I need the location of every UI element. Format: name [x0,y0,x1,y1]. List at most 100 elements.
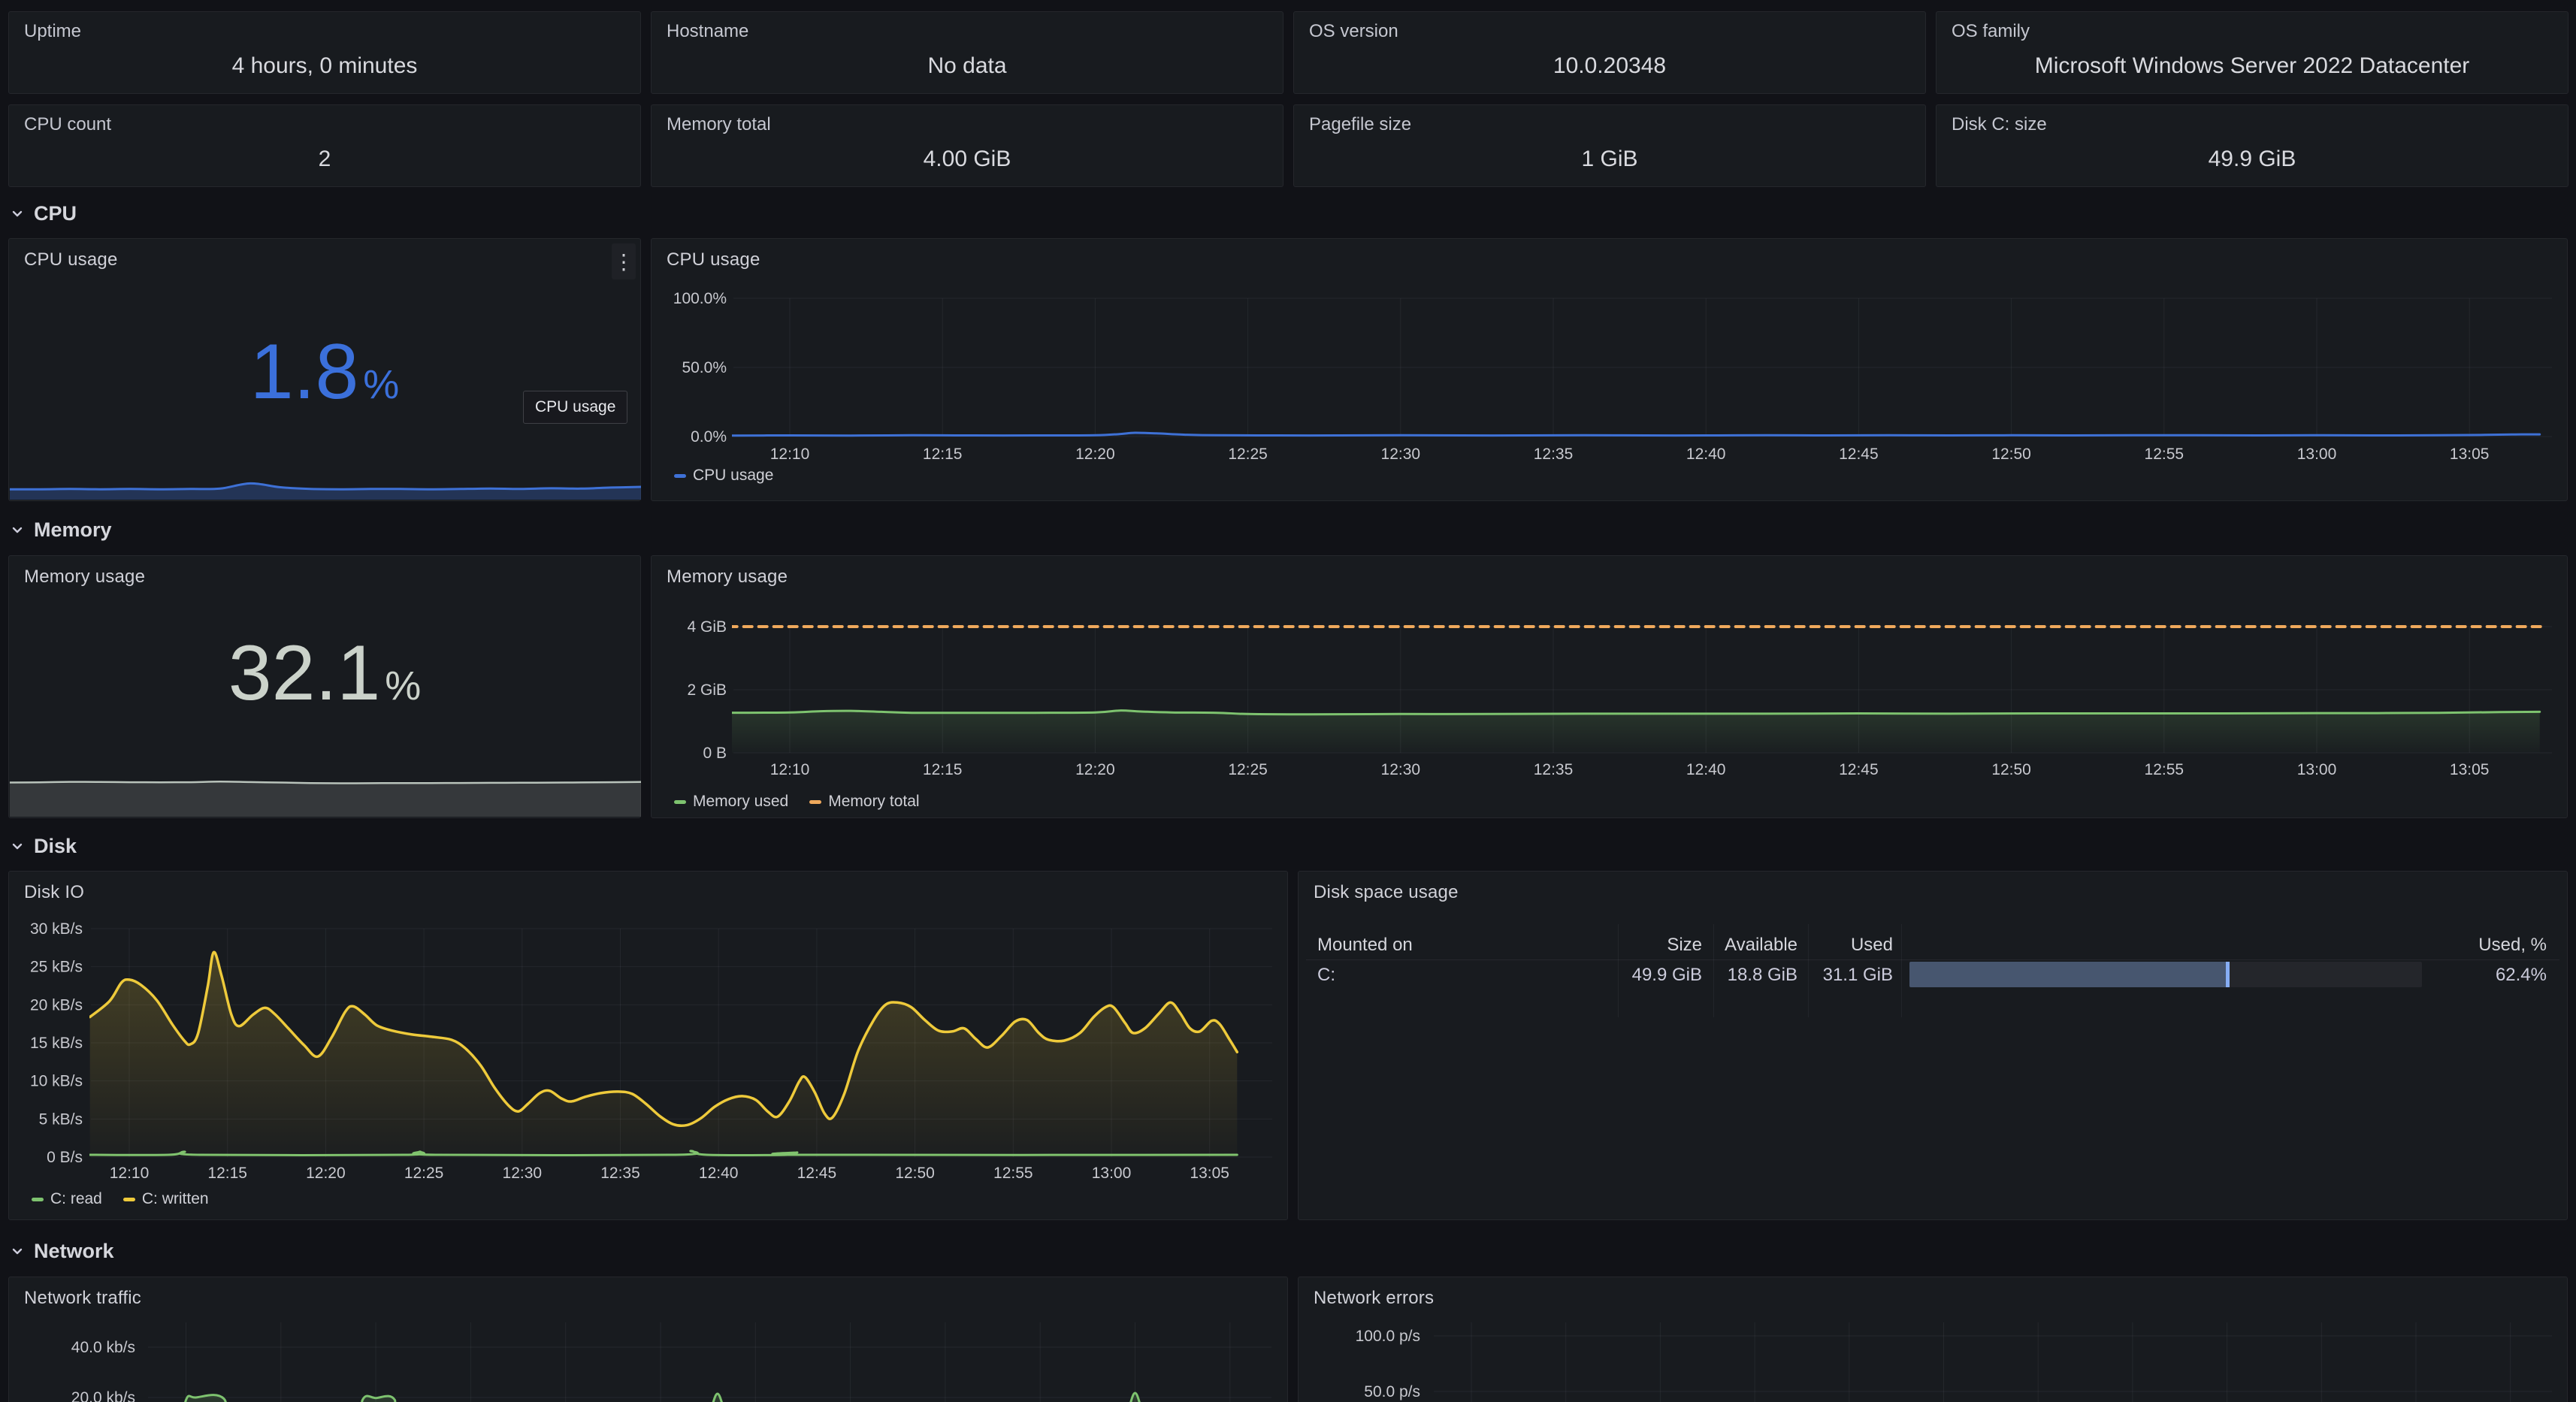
memory-usage-chart[interactable]: 0 B2 GiB4 GiB12:1012:1512:2012:2512:3012… [652,556,2568,819]
column-separator [1713,924,1714,1017]
stat-panel-disk-c-size: Disk C: size 49.9 GiB [1936,104,2568,187]
section-title: Memory [34,518,112,542]
chart-legend: Memory used Memory total [674,793,920,811]
stat-panel-os-version: OS version 10.0.20348 [1293,11,1926,94]
legend-item[interactable]: Memory total [809,793,919,811]
network-traffic-chart[interactable]: 20.0 kb/s 40.0 kb/s [9,1277,1289,1402]
panel-memory-usage-chart: Memory usage 0 B2 GiB4 GiB12:1012:1512:2… [651,555,2568,818]
x-axis-label: 12:15 [923,446,963,463]
disk-io-chart[interactable]: 0 B/s5 kB/s10 kB/s15 kB/s20 kB/s25 kB/s3… [9,872,1289,1221]
x-axis-label: 12:15 [207,1165,247,1182]
value-number: 1.8 [250,333,359,411]
chart-legend: CPU usage [674,467,773,485]
x-axis-label: 12:50 [1991,761,2031,778]
legend-item[interactable]: Memory used [674,793,788,811]
y-axis-label: 20.0 kb/s [71,1389,135,1402]
legend-swatch [123,1198,135,1201]
x-axis-label: 12:55 [2145,761,2184,778]
panel-network-traffic: Network traffic 20.0 kb/s40.0 kb/s [8,1277,1288,1402]
grafana-dashboard: Uptime 4 hours, 0 minutes Hostname No da… [0,0,2576,1402]
legend-item[interactable]: C: read [32,1190,102,1208]
y-axis-label: 100.0 p/s [1356,1328,1420,1345]
stat-panel-pagefile-size: Pagefile size 1 GiB [1293,104,1926,187]
column-header-mounted-on[interactable]: Mounted on [1317,935,1413,956]
stat-label: Memory total [667,114,771,135]
x-axis-label: 12:30 [1381,446,1421,463]
y-axis-label: 5 kB/s [39,1110,83,1128]
y-axis-label: 50.0% [682,359,727,376]
legend-label: C: written [142,1190,209,1208]
section-header-disk[interactable]: Disk [8,833,77,859]
panel-cpu-usage-gauge: CPU usage ⋮ 1.8 % CPU usage [8,238,641,501]
section-header-memory[interactable]: Memory [8,517,112,542]
x-axis-label: 12:10 [770,761,810,778]
x-axis-label: 13:05 [2450,446,2490,463]
cpu-usage-chart[interactable]: 0.0%50.0%100.0%12:1012:1512:2012:2512:30… [652,239,2568,502]
used-bar-fill [1909,962,2230,987]
stat-value: 4 hours, 0 minutes [9,45,640,87]
panel-title[interactable]: Disk space usage [1314,882,1459,903]
panel-menu-kebab-icon[interactable]: ⋮ [612,243,636,279]
memory-usage-value: 32.1 % [9,634,640,747]
stat-label: Hostname [667,21,748,42]
legend-item[interactable]: CPU usage [674,467,773,485]
panel-disk-space-usage: Disk space usage Mounted on Size Availab… [1298,871,2568,1220]
panel-memory-usage-gauge: Memory usage 32.1 % [8,555,641,818]
stat-label: Disk C: size [1952,114,2047,135]
column-header-size[interactable]: Size [1667,935,1702,956]
value-unit: % [385,663,421,709]
legend-label: CPU usage [693,467,773,485]
stat-label: Pagefile size [1309,114,1411,135]
panel-title[interactable]: Memory usage [24,567,145,588]
stat-value: 10.0.20348 [1294,45,1925,87]
x-axis-label: 12:15 [923,761,963,778]
section-header-cpu[interactable]: CPU [8,201,77,226]
series-line [729,711,2540,715]
value-unit: % [363,361,399,408]
x-axis-label: 12:55 [2145,446,2184,463]
section-title: Network [34,1240,114,1263]
section-header-network[interactable]: Network [8,1238,114,1264]
stat-panel-cpu-count: CPU count 2 [8,104,641,187]
stat-panel-memory-total: Memory total 4.00 GiB [651,104,1283,187]
x-axis-label: 12:45 [1839,446,1879,463]
column-header-used[interactable]: Used [1851,935,1893,956]
x-axis-label: 12:35 [600,1165,640,1182]
series-hover-label: CPU usage [523,391,627,424]
stat-panel-os-family: OS family Microsoft Windows Server 2022 … [1936,11,2568,94]
cell-size: 49.9 GiB [1632,965,1702,986]
network-errors-chart[interactable]: 50.0 p/s 100.0 p/s [1299,1277,2568,1402]
x-axis-label: 13:00 [2297,446,2337,463]
chevron-down-icon [8,1242,26,1260]
legend-swatch [674,474,686,478]
panel-title[interactable]: CPU usage [24,249,118,270]
x-axis-label: 12:45 [797,1165,837,1182]
legend-label: Memory total [828,793,919,811]
sparkline-line [10,483,641,489]
x-axis-label: 12:35 [1534,446,1574,463]
y-axis-label: 40.0 kb/s [71,1339,135,1356]
table-header-divider [1306,959,2559,960]
stat-panel-uptime: Uptime 4 hours, 0 minutes [8,11,641,94]
series-area [729,711,2540,753]
stat-label: OS version [1309,21,1398,42]
chevron-down-icon [8,204,26,222]
y-axis-label: 50.0 p/s [1364,1383,1420,1400]
section-title: CPU [34,202,77,225]
x-axis-label: 12:25 [1228,761,1268,778]
x-axis-label: 12:10 [770,446,810,463]
chevron-down-icon [8,521,26,539]
y-axis-label: 0 B/s [47,1149,83,1166]
panel-disk-io: Disk IO 0 B/s5 kB/s10 kB/s15 kB/s20 kB/s… [8,871,1288,1220]
used-bar-gauge [1909,962,2422,987]
legend-label: C: read [50,1190,102,1208]
x-axis-label: 12:55 [993,1165,1033,1182]
legend-swatch [674,800,686,804]
legend-item[interactable]: C: written [123,1190,209,1208]
column-header-available[interactable]: Available [1725,935,1797,956]
y-axis-label: 20 kB/s [30,996,83,1014]
column-header-used-pct[interactable]: Used, % [2478,935,2547,956]
cell-used: 31.1 GiB [1823,965,1893,986]
x-axis-label: 12:30 [1381,761,1421,778]
y-axis-label: 4 GiB [687,618,727,636]
